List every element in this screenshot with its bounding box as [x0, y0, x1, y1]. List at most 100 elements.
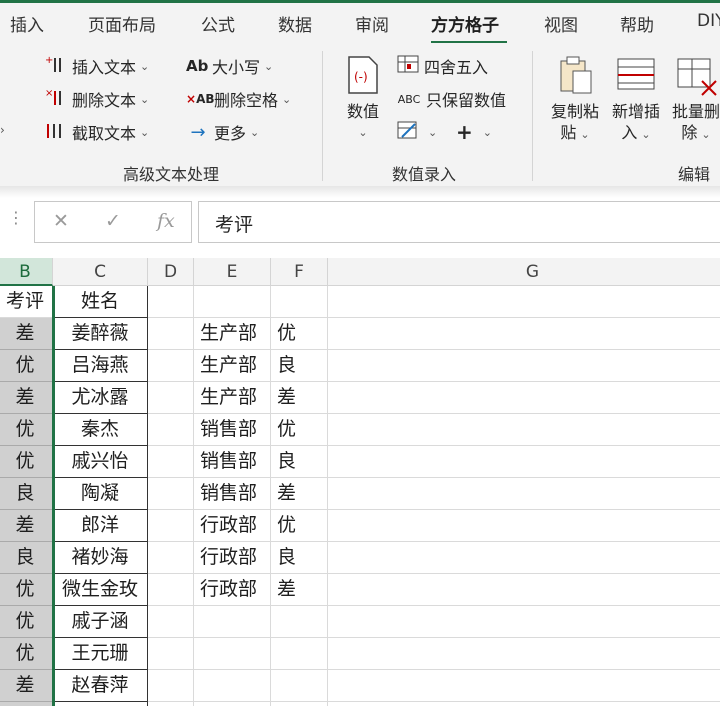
cell-c-12[interactable]: 王元珊 [53, 638, 148, 670]
tab-diy[interactable]: DIY [697, 11, 720, 31]
cell-e-2[interactable]: 生产部 [194, 318, 271, 350]
confirm-icon[interactable]: ✓ [105, 210, 121, 232]
column-header-f[interactable]: F [271, 258, 328, 286]
cell-g-12[interactable] [328, 638, 720, 670]
cell-e-5[interactable]: 销售部 [194, 414, 271, 446]
cell-g-13[interactable] [328, 670, 720, 702]
cell-c-9[interactable]: 褚妙海 [53, 542, 148, 574]
cell-c-14[interactable]: 华振 [53, 702, 148, 706]
cell-e-12[interactable] [194, 638, 271, 670]
add-insert-button[interactable]: 新增插 入 ⌄ [606, 53, 666, 145]
cancel-icon[interactable]: ✕ [53, 210, 69, 232]
insert-function-icon[interactable]: fx [157, 210, 175, 232]
fill-numeric-button[interactable]: ⌄ [396, 119, 437, 145]
cell-f-8[interactable]: 优 [271, 510, 328, 542]
cell-b-12[interactable]: 优 [0, 638, 53, 670]
cell-f-3[interactable]: 良 [271, 350, 328, 382]
cell-f-12[interactable] [271, 638, 328, 670]
cell-b-11[interactable]: 优 [0, 606, 53, 638]
add-value-button[interactable]: + ⌄ [456, 119, 492, 145]
cell-c-2[interactable]: 姜醉薇 [53, 318, 148, 350]
numeric-button[interactable]: (-) 数值 ⌄ [338, 53, 388, 143]
cell-e-14[interactable] [194, 702, 271, 706]
cell-g-10[interactable] [328, 574, 720, 606]
insert-text-button[interactable]: + 插入文本 ⌄ [44, 53, 149, 79]
cell-g-14[interactable] [328, 702, 720, 706]
cell-c-13[interactable]: 赵春萍 [53, 670, 148, 702]
cell-d-12[interactable] [148, 638, 194, 670]
cell-e-9[interactable]: 行政部 [194, 542, 271, 574]
cell-b-9[interactable]: 良 [0, 542, 53, 574]
column-header-e[interactable]: E [194, 258, 271, 286]
cell-c-6[interactable]: 戚兴怡 [53, 446, 148, 478]
cell-e-1[interactable] [194, 286, 271, 318]
cell-c-4[interactable]: 尤冰露 [53, 382, 148, 414]
cell-c-10[interactable]: 微生金玫 [53, 574, 148, 606]
cell-f-2[interactable]: 优 [271, 318, 328, 350]
tab-view[interactable]: 视图 [544, 11, 578, 36]
case-button[interactable]: Ab 大小写 ⌄ [186, 53, 273, 79]
cell-e-4[interactable]: 生产部 [194, 382, 271, 414]
cell-b-4[interactable]: 差 [0, 382, 53, 414]
scroll-left-caret[interactable]: › [0, 123, 5, 137]
cell-c-5[interactable]: 秦杰 [53, 414, 148, 446]
cell-e-8[interactable]: 行政部 [194, 510, 271, 542]
tab-page-layout[interactable]: 页面布局 [88, 11, 156, 36]
tab-review[interactable]: 审阅 [355, 11, 389, 36]
cell-f-9[interactable]: 良 [271, 542, 328, 574]
cell-b-1[interactable]: 考评 [0, 286, 53, 318]
cell-d-2[interactable] [148, 318, 194, 350]
cell-f-6[interactable]: 良 [271, 446, 328, 478]
extract-text-button[interactable]: 截取文本 ⌄ [44, 119, 149, 145]
column-header-b[interactable]: B [0, 258, 53, 286]
cell-c-1[interactable]: 姓名 [53, 286, 148, 318]
cell-e-6[interactable]: 销售部 [194, 446, 271, 478]
cell-d-3[interactable] [148, 350, 194, 382]
cell-e-7[interactable]: 销售部 [194, 478, 271, 510]
cell-e-10[interactable]: 行政部 [194, 574, 271, 606]
cell-g-7[interactable] [328, 478, 720, 510]
cell-g-9[interactable] [328, 542, 720, 574]
cell-f-13[interactable] [271, 670, 328, 702]
cell-f-7[interactable]: 差 [271, 478, 328, 510]
cell-c-3[interactable]: 吕海燕 [53, 350, 148, 382]
cell-d-6[interactable] [148, 446, 194, 478]
cell-f-1[interactable] [271, 286, 328, 318]
keep-numeric-button[interactable]: ABC 只保留数值 [396, 86, 506, 112]
cell-b-3[interactable]: 优 [0, 350, 53, 382]
tab-help[interactable]: 帮助 [620, 11, 654, 36]
cell-g-5[interactable] [328, 414, 720, 446]
cell-b-13[interactable]: 差 [0, 670, 53, 702]
cell-b-6[interactable]: 优 [0, 446, 53, 478]
cell-d-11[interactable] [148, 606, 194, 638]
cell-f-14[interactable] [271, 702, 328, 706]
column-header-c[interactable]: C [53, 258, 148, 286]
cell-c-11[interactable]: 戚子涵 [53, 606, 148, 638]
copy-paste-button[interactable]: 复制粘 贴 ⌄ [544, 53, 606, 145]
formula-input[interactable]: 考评 [198, 201, 720, 243]
cell-f-4[interactable]: 差 [271, 382, 328, 414]
cell-d-1[interactable] [148, 286, 194, 318]
tab-formulas[interactable]: 公式 [201, 11, 235, 36]
cell-g-3[interactable] [328, 350, 720, 382]
cell-d-9[interactable] [148, 542, 194, 574]
cell-d-8[interactable] [148, 510, 194, 542]
cell-d-5[interactable] [148, 414, 194, 446]
cell-d-14[interactable] [148, 702, 194, 706]
cell-g-6[interactable] [328, 446, 720, 478]
cell-g-11[interactable] [328, 606, 720, 638]
cell-b-7[interactable]: 良 [0, 478, 53, 510]
cell-f-10[interactable]: 差 [271, 574, 328, 606]
tab-insert[interactable]: 插入 [10, 11, 44, 36]
cell-d-7[interactable] [148, 478, 194, 510]
cell-g-4[interactable] [328, 382, 720, 414]
delete-text-button[interactable]: × 删除文本 ⌄ [44, 86, 149, 112]
batch-delete-button[interactable]: 批量删 除 ⌄ [666, 53, 720, 145]
cell-d-13[interactable] [148, 670, 194, 702]
cell-f-11[interactable] [271, 606, 328, 638]
cell-b-5[interactable]: 优 [0, 414, 53, 446]
delete-space-button[interactable]: ×AB 删除空格 ⌄ [186, 86, 291, 112]
column-header-d[interactable]: D [148, 258, 194, 286]
cell-d-10[interactable] [148, 574, 194, 606]
cell-b-14[interactable]: 差 [0, 702, 53, 706]
